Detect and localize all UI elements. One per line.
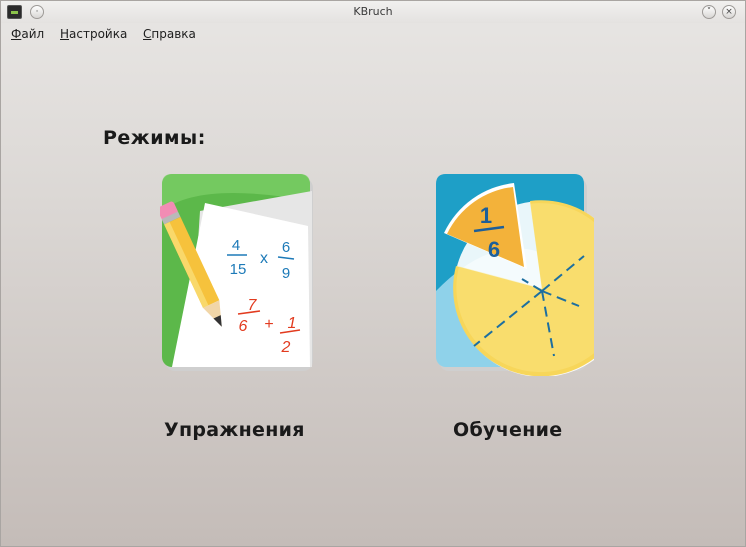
exercise-pencil-paper-icon: 4 15 x 6 9 7 6 + 1 2 [157, 174, 313, 371]
menu-help[interactable]: Справка [143, 27, 196, 41]
slice-fraction-numerator: 1 [480, 203, 492, 228]
menu-help-rest: правка [151, 27, 196, 41]
fraction-a-denominator: 15 [230, 261, 247, 278]
slice-fraction-denominator: 6 [488, 237, 500, 262]
close-icon[interactable]: × [722, 5, 736, 19]
window-title: KBruch [353, 5, 393, 18]
modes-heading: Режимы: [103, 127, 206, 149]
menu-settings[interactable]: Настройка [60, 27, 127, 41]
title-bar[interactable]: · KBruch ˅ × [1, 1, 745, 23]
fraction-operator-multiply: x [260, 250, 268, 267]
fraction-operator-plus: + [264, 316, 273, 333]
learning-mode-label[interactable]: Обучение [453, 419, 562, 441]
learning-pie-chart-icon: 1 6 [436, 174, 630, 377]
menu-settings-rest: астройка [69, 27, 128, 41]
app-window: · KBruch ˅ × Файл Настройка Справка Режи… [0, 0, 746, 547]
exercise-mode-label[interactable]: Упражнения [164, 419, 305, 441]
exercise-mode-button[interactable]: 4 15 x 6 9 7 6 + 1 2 [157, 171, 320, 376]
learning-mode-button[interactable]: 1 6 [434, 171, 630, 377]
menu-file-rest: айл [21, 27, 45, 41]
fraction-a-numerator: 4 [232, 237, 240, 254]
menu-file-accel: Ф [11, 27, 22, 41]
fraction-d-numerator: 1 [288, 315, 297, 332]
minimize-icon[interactable]: ˅ [702, 5, 716, 19]
fraction-c-denominator: 6 [239, 318, 248, 335]
fraction-b-denominator: 9 [282, 265, 290, 282]
menu-bar: Файл Настройка Справка [1, 25, 745, 45]
fraction-b-numerator: 6 [282, 239, 290, 256]
menu-settings-accel: Н [60, 27, 70, 41]
menu-file[interactable]: Файл [11, 27, 44, 41]
fraction-d-denominator: 2 [281, 339, 291, 356]
